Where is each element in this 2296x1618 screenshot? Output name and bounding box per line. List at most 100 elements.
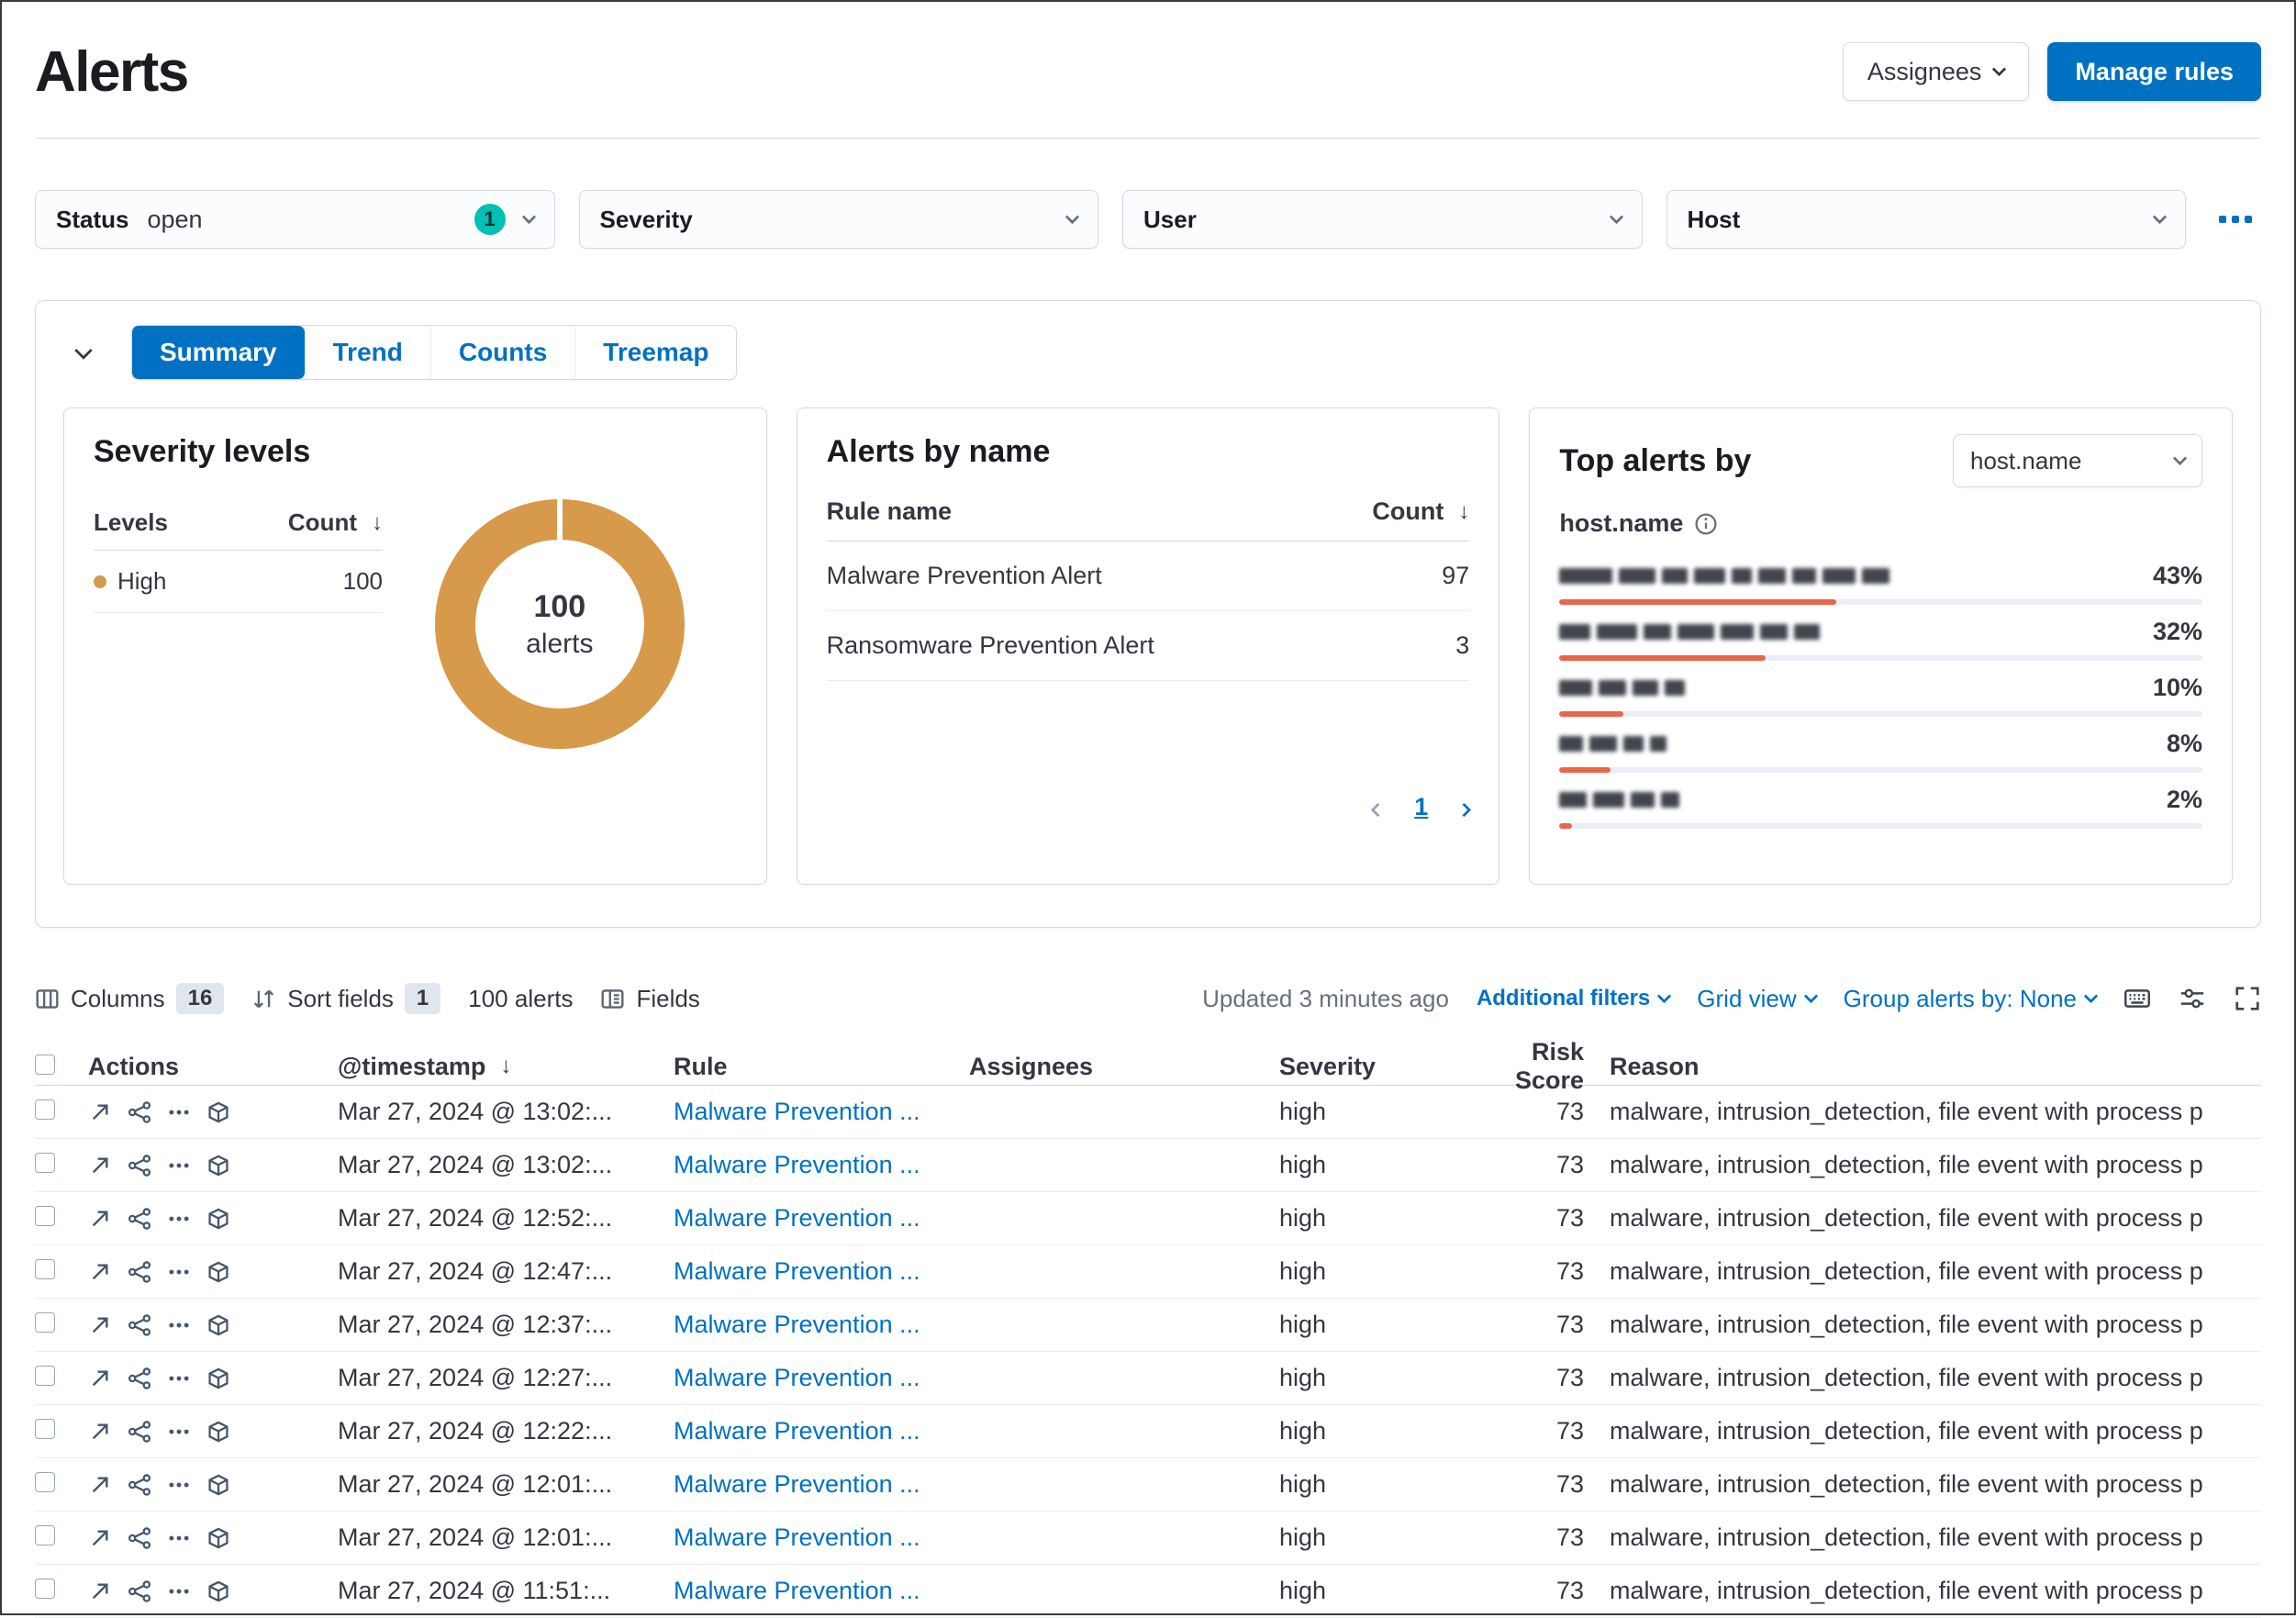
more-filters-icon[interactable] [2210, 190, 2261, 249]
tab-summary[interactable]: Summary [132, 326, 305, 379]
more-actions-icon[interactable] [167, 1313, 191, 1337]
expand-alert-icon[interactable] [88, 1367, 112, 1390]
analyze-event-icon[interactable] [128, 1313, 151, 1337]
reason-cell[interactable]: malware, intrusion_detection, file event… [1610, 1523, 2261, 1552]
tab-trend[interactable]: Trend [304, 326, 430, 379]
reason-cell[interactable]: malware, intrusion_detection, file event… [1610, 1151, 2261, 1179]
more-actions-icon[interactable] [167, 1473, 191, 1497]
investigate-in-timeline-icon[interactable] [206, 1207, 230, 1231]
tab-counts[interactable]: Counts [429, 326, 575, 379]
investigate-in-timeline-icon[interactable] [206, 1526, 230, 1550]
row-checkbox[interactable] [35, 1099, 55, 1120]
expand-alert-icon[interactable] [88, 1579, 112, 1603]
columns-button[interactable]: Columns 16 [35, 983, 225, 1014]
reason-cell[interactable]: malware, intrusion_detection, file event… [1610, 1577, 2261, 1605]
top-alert-row[interactable]: 8% [1559, 717, 2202, 773]
reason-cell[interactable]: malware, intrusion_detection, file event… [1610, 1098, 2261, 1126]
analyze-event-icon[interactable] [128, 1526, 151, 1550]
row-checkbox[interactable] [35, 1419, 55, 1439]
additional-filters-button[interactable]: Additional filters [1477, 986, 1672, 1011]
top-alert-row[interactable]: 43% [1559, 549, 2202, 605]
fullscreen-icon[interactable] [2234, 985, 2261, 1012]
row-checkbox[interactable] [35, 1312, 55, 1333]
row-checkbox[interactable] [35, 1472, 55, 1492]
more-actions-icon[interactable] [167, 1100, 191, 1124]
analyze-event-icon[interactable] [128, 1100, 151, 1124]
expand-alert-icon[interactable] [88, 1260, 112, 1284]
analyze-event-icon[interactable] [128, 1473, 151, 1497]
investigate-in-timeline-icon[interactable] [206, 1367, 230, 1390]
assignees-button[interactable]: Assignees [1842, 42, 2030, 101]
pagination-page-1[interactable]: 1 [1414, 793, 1428, 821]
top-alert-row[interactable]: 10% [1559, 661, 2202, 717]
reason-cell[interactable]: malware, intrusion_detection, file event… [1610, 1364, 2261, 1392]
risk-score-header[interactable]: Risk Score [1461, 1038, 1610, 1095]
timestamp-header[interactable]: @timestamp ↓ [338, 1053, 674, 1081]
expand-alert-icon[interactable] [88, 1473, 112, 1497]
filter-status[interactable]: Status open 1 [35, 190, 555, 249]
reason-cell[interactable]: malware, intrusion_detection, file event… [1610, 1417, 2261, 1445]
alerts-by-name-row[interactable]: Malware Prevention Alert 97 [826, 541, 1470, 611]
reason-cell[interactable]: malware, intrusion_detection, file event… [1610, 1470, 2261, 1499]
more-actions-icon[interactable] [167, 1207, 191, 1231]
analyze-event-icon[interactable] [128, 1207, 151, 1231]
expand-alert-icon[interactable] [88, 1313, 112, 1337]
row-checkbox[interactable] [35, 1206, 55, 1226]
manage-rules-button[interactable]: Manage rules [2047, 42, 2261, 101]
fields-button[interactable]: Fields [600, 985, 700, 1013]
investigate-in-timeline-icon[interactable] [206, 1260, 230, 1284]
count-sort-header[interactable]: Count ↓ [1372, 497, 1469, 526]
investigate-in-timeline-icon[interactable] [206, 1154, 230, 1177]
rule-link[interactable]: Malware Prevention ... [674, 1311, 920, 1338]
severity-header[interactable]: Severity [1279, 1053, 1461, 1081]
rule-link[interactable]: Malware Prevention ... [674, 1098, 920, 1125]
tab-treemap[interactable]: Treemap [574, 326, 737, 379]
rule-link[interactable]: Malware Prevention ... [674, 1151, 920, 1178]
filter-severity[interactable]: Severity [578, 190, 1098, 249]
more-actions-icon[interactable] [167, 1526, 191, 1550]
reason-cell[interactable]: malware, intrusion_detection, file event… [1610, 1311, 2261, 1339]
info-icon[interactable] [1694, 512, 1718, 536]
grid-view-button[interactable]: Grid view [1697, 985, 1818, 1013]
row-checkbox[interactable] [35, 1153, 55, 1173]
expand-alert-icon[interactable] [88, 1207, 112, 1231]
more-actions-icon[interactable] [167, 1367, 191, 1390]
analyze-event-icon[interactable] [128, 1579, 151, 1603]
expand-alert-icon[interactable] [88, 1154, 112, 1177]
reason-cell[interactable]: malware, intrusion_detection, file event… [1610, 1257, 2261, 1286]
row-checkbox[interactable] [35, 1579, 55, 1599]
top-alerts-field-select[interactable]: host.name [1953, 434, 2202, 487]
investigate-in-timeline-icon[interactable] [206, 1579, 230, 1603]
sort-fields-button[interactable]: Sort fields 1 [251, 983, 441, 1014]
rule-link[interactable]: Malware Prevention ... [674, 1470, 920, 1498]
reason-header[interactable]: Reason [1610, 1053, 2261, 1081]
more-actions-icon[interactable] [167, 1420, 191, 1444]
count-sort-header[interactable]: Count ↓ [288, 508, 383, 537]
investigate-in-timeline-icon[interactable] [206, 1473, 230, 1497]
alerts-by-name-row[interactable]: Ransomware Prevention Alert 3 [826, 611, 1470, 681]
pagination-prev-icon[interactable] [1371, 793, 1386, 821]
analyze-event-icon[interactable] [128, 1260, 151, 1284]
severity-table-row[interactable]: High 100 [94, 551, 383, 613]
row-checkbox[interactable] [35, 1259, 55, 1279]
keyboard-shortcuts-icon[interactable] [2123, 985, 2151, 1012]
collapse-charts-button[interactable] [63, 332, 104, 373]
rule-link[interactable]: Malware Prevention ... [674, 1364, 920, 1391]
reason-cell[interactable]: malware, intrusion_detection, file event… [1610, 1204, 2261, 1233]
analyze-event-icon[interactable] [128, 1367, 151, 1390]
top-alert-row[interactable]: 32% [1559, 605, 2202, 661]
more-actions-icon[interactable] [167, 1260, 191, 1284]
analyze-event-icon[interactable] [128, 1154, 151, 1177]
rule-link[interactable]: Malware Prevention ... [674, 1204, 920, 1232]
rule-link[interactable]: Malware Prevention ... [674, 1523, 920, 1551]
severity-donut-chart[interactable]: 100 alerts [434, 498, 685, 749]
expand-alert-icon[interactable] [88, 1420, 112, 1444]
rule-link[interactable]: Malware Prevention ... [674, 1257, 920, 1285]
pagination-next-icon[interactable] [1457, 793, 1472, 821]
investigate-in-timeline-icon[interactable] [206, 1100, 230, 1124]
group-alerts-by-button[interactable]: Group alerts by: None [1844, 985, 2099, 1013]
expand-alert-icon[interactable] [88, 1526, 112, 1550]
top-alert-row[interactable]: 2% [1559, 773, 2202, 829]
rule-link[interactable]: Malware Prevention ... [674, 1417, 920, 1445]
rule-link[interactable]: Malware Prevention ... [674, 1577, 920, 1604]
